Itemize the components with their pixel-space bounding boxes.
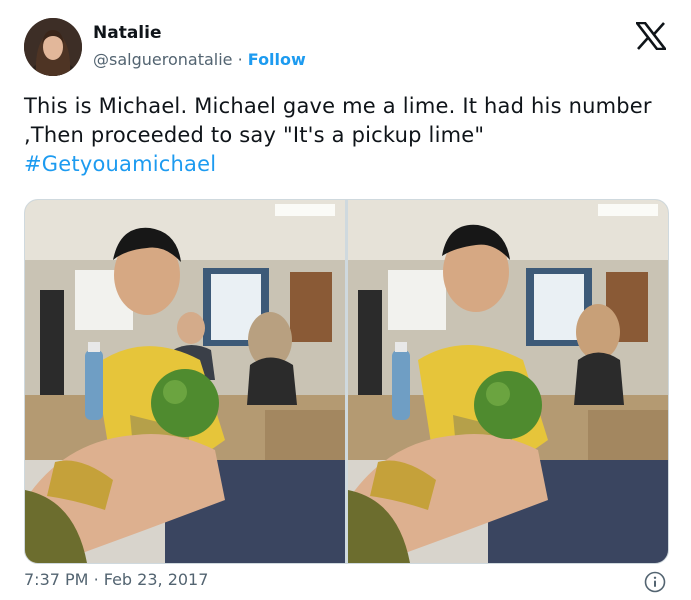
separator-dot: · — [93, 570, 99, 589]
tweet-text: This is Michael. Michael gave me a lime.… — [24, 92, 669, 179]
separator-dot: · — [237, 50, 243, 69]
handle-row: @salgueronatalie · Follow — [93, 50, 306, 69]
user-handle[interactable]: @salgueronatalie — [93, 50, 233, 69]
media-grid — [24, 199, 669, 564]
follow-button[interactable]: Follow — [248, 50, 306, 69]
tweet-time: 7:37 PM — [24, 570, 89, 589]
tweet-photo[interactable] — [25, 200, 345, 563]
hashtag-link[interactable]: #Getyouamichael — [24, 152, 216, 176]
tweet-card: Natalie @salgueronatalie · Follow This i… — [0, 0, 691, 600]
tweet-date: Feb 23, 2017 — [103, 570, 209, 589]
timestamp[interactable]: 7:37 PM · Feb 23, 2017 — [24, 570, 208, 589]
avatar[interactable] — [24, 18, 82, 76]
avatar-photo — [24, 18, 82, 76]
x-logo-icon[interactable] — [636, 22, 666, 50]
info-icon[interactable] — [644, 571, 666, 593]
user-name[interactable]: Natalie — [93, 23, 161, 43]
tweet-body: This is Michael. Michael gave me a lime.… — [24, 94, 652, 147]
tweet-photo[interactable] — [348, 200, 668, 563]
